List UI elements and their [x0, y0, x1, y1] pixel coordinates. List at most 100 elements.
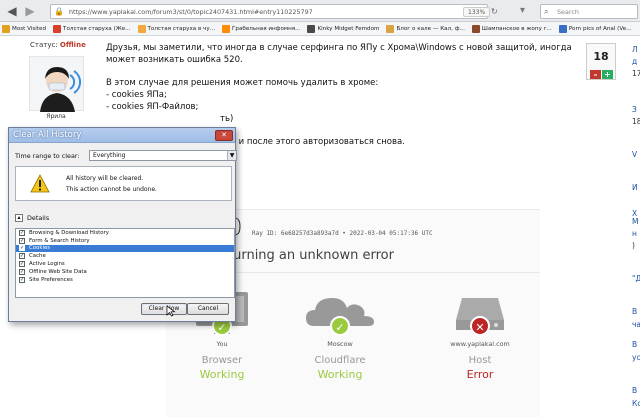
node-location: You	[216, 340, 228, 348]
checkbox[interactable]: ✓	[19, 245, 25, 252]
history-items-list: ✓ Browsing & Download History ✓ Form & Sear…	[15, 228, 235, 298]
vote-up-button[interactable]: +	[602, 70, 613, 79]
sidebar-link[interactable]: д	[632, 57, 637, 66]
sidebar-link[interactable]: В	[632, 340, 637, 349]
node-state: Working	[199, 368, 245, 381]
status-error-icon: ✕	[470, 316, 490, 336]
checkbox[interactable]: ✓	[19, 237, 25, 244]
history-item-label: Browsing & Download History	[29, 229, 109, 236]
history-item-label: Offline Web Site Data	[29, 268, 87, 275]
url-text[interactable]: https://www.yaplakal.com/forum3/st/0/top…	[69, 6, 313, 18]
close-button[interactable]: ✕	[215, 130, 233, 141]
url-bar[interactable]: 🔒 https://www.yaplakal.com/forum3/st/0/t…	[50, 4, 498, 29]
bookmark-favicon-icon	[53, 24, 62, 33]
error-title: turning an unknown error	[228, 248, 394, 263]
checkbox[interactable]: ✓	[19, 253, 25, 260]
node-role: Cloudflare	[314, 355, 366, 366]
ray-id: Ray ID: 6e68257d3a893a7d • 2022-03-04 05…	[252, 230, 433, 237]
sidebar-link[interactable]: н	[632, 229, 637, 238]
chevron-up-icon[interactable]: ▴	[15, 214, 23, 222]
history-item-label: Site Preferences	[29, 276, 73, 283]
node-location: www.yaplakal.com	[450, 340, 510, 348]
bookmark-favicon-icon	[386, 24, 395, 33]
search-icon: ⌕	[544, 7, 549, 16]
zoom-indicator[interactable]: 133%	[463, 7, 491, 17]
dialog-titlebar[interactable]: Clear All History ✕	[9, 128, 235, 143]
bookmark-label: Толстая старуха (Же...	[63, 25, 131, 32]
chevron-down-icon[interactable]: ▼	[227, 151, 236, 160]
search-box[interactable]: ⌕ Search	[540, 4, 638, 19]
bookmark-item[interactable]: Блог о кале — Кал, ф...	[384, 24, 466, 33]
sidebar-link[interactable]: Л	[632, 45, 638, 54]
bookmark-item[interactable]: Шампанское в жопу г...	[470, 24, 554, 33]
node-role: Browser	[201, 355, 243, 366]
history-item-label: Active Logins	[29, 261, 65, 268]
details-label[interactable]: Details	[27, 214, 49, 222]
vote-count: 18	[593, 50, 609, 63]
post-fragment: ть ) и после этого авторизоваться снова.	[220, 137, 405, 147]
node-host: ✕ www.yaplakal.com Host Error	[424, 290, 536, 381]
warning-line: This action cannot be undone.	[66, 186, 157, 193]
history-item[interactable]: ✓ Form & Search History	[16, 237, 234, 245]
warning-icon	[30, 174, 50, 193]
history-item[interactable]: ✓ Cache	[16, 252, 234, 260]
back-icon[interactable]: ◀	[4, 3, 20, 19]
sidebar-link[interactable]: Ко	[632, 399, 640, 408]
bookmark-item[interactable]: Porn pics of Anal (Ve...	[557, 24, 634, 33]
checkbox[interactable]: ✓	[19, 261, 25, 268]
user-status: Статус: Offline	[30, 41, 86, 49]
history-item-label: Cache	[29, 253, 46, 260]
bookmark-label: Шампанское в жопу г...	[481, 25, 552, 32]
sidebar-link[interactable]: И	[632, 183, 638, 192]
bookmark-item[interactable]: Kinky Midget Femdom	[305, 24, 381, 33]
avatar[interactable]	[29, 56, 84, 112]
history-item[interactable]: ✓ Active Logins	[16, 260, 234, 268]
sidebar-link[interactable]: В	[632, 307, 637, 316]
sidebar-link[interactable]: V	[632, 150, 637, 159]
sidebar-count: 17	[632, 69, 640, 78]
sidebar-link[interactable]: "Д	[632, 274, 640, 283]
sidebar-link[interactable]: ча	[632, 320, 640, 329]
sidebar-link[interactable]: З	[632, 105, 637, 114]
user-name[interactable]: Ярила	[30, 113, 82, 120]
clear-now-button[interactable]: Clear Now	[141, 303, 187, 315]
vote-down-button[interactable]: –	[590, 70, 601, 79]
time-range-select[interactable]: Everything ▼	[89, 150, 237, 161]
checkbox[interactable]: ✓	[19, 229, 25, 236]
sidebar-link[interactable]: ус	[632, 353, 640, 362]
checkbox[interactable]: ✓	[19, 276, 25, 283]
history-item[interactable]: ✓ Offline Web Site Data	[16, 268, 234, 276]
warning-line: All history will be cleared.	[66, 175, 144, 182]
node-state: Error	[466, 368, 494, 381]
post-fragment: ть)	[220, 114, 234, 124]
node-state: Working	[317, 368, 363, 381]
bookmark-label: Толстая старуха в чу...	[147, 25, 215, 32]
dropdown-icon[interactable]: ▾	[520, 5, 525, 16]
avatar-figure-icon	[40, 67, 81, 112]
post-list-item: - cookies ЯП-Файлов;	[106, 102, 199, 112]
bookmark-label: Блог о кале — Кал, ф...	[396, 25, 465, 32]
bookmark-item[interactable]: Толстая старуха (Же...	[51, 24, 132, 33]
bookmark-item[interactable]: Грабельная инфомня...	[220, 24, 302, 33]
status-label: Статус:	[30, 41, 58, 49]
bookmark-label: Most Visited	[12, 25, 47, 32]
sidebar-link[interactable]: М	[632, 217, 638, 226]
status-ok-icon: ✓	[330, 316, 350, 336]
bookmark-item[interactable]: Most Visited	[0, 24, 48, 33]
cancel-button[interactable]: Cancel	[187, 303, 229, 315]
history-item[interactable]: ✓ Browsing & Download History	[16, 229, 234, 237]
history-item[interactable]: ✓ Site Preferences	[16, 276, 234, 284]
sidebar-count: )	[632, 241, 635, 250]
checkbox[interactable]: ✓	[19, 268, 25, 275]
bookmark-label: Kinky Midget Femdom	[317, 25, 380, 32]
forward-icon[interactable]: ▶	[22, 3, 38, 19]
lock-icon[interactable]: 🔒	[54, 6, 64, 17]
search-input[interactable]: Search	[557, 6, 579, 18]
sidebar-link[interactable]: В	[632, 386, 637, 395]
bookmark-item[interactable]: Толстая старуха в чу...	[136, 24, 217, 33]
history-item[interactable]: ✓ Cookies	[16, 244, 234, 253]
post-list-item: - cookies ЯПа;	[106, 90, 167, 100]
time-range-value: Everything	[93, 152, 126, 159]
bookmark-label: Грабельная инфомня...	[231, 25, 301, 32]
bookmark-favicon-icon	[221, 24, 230, 33]
